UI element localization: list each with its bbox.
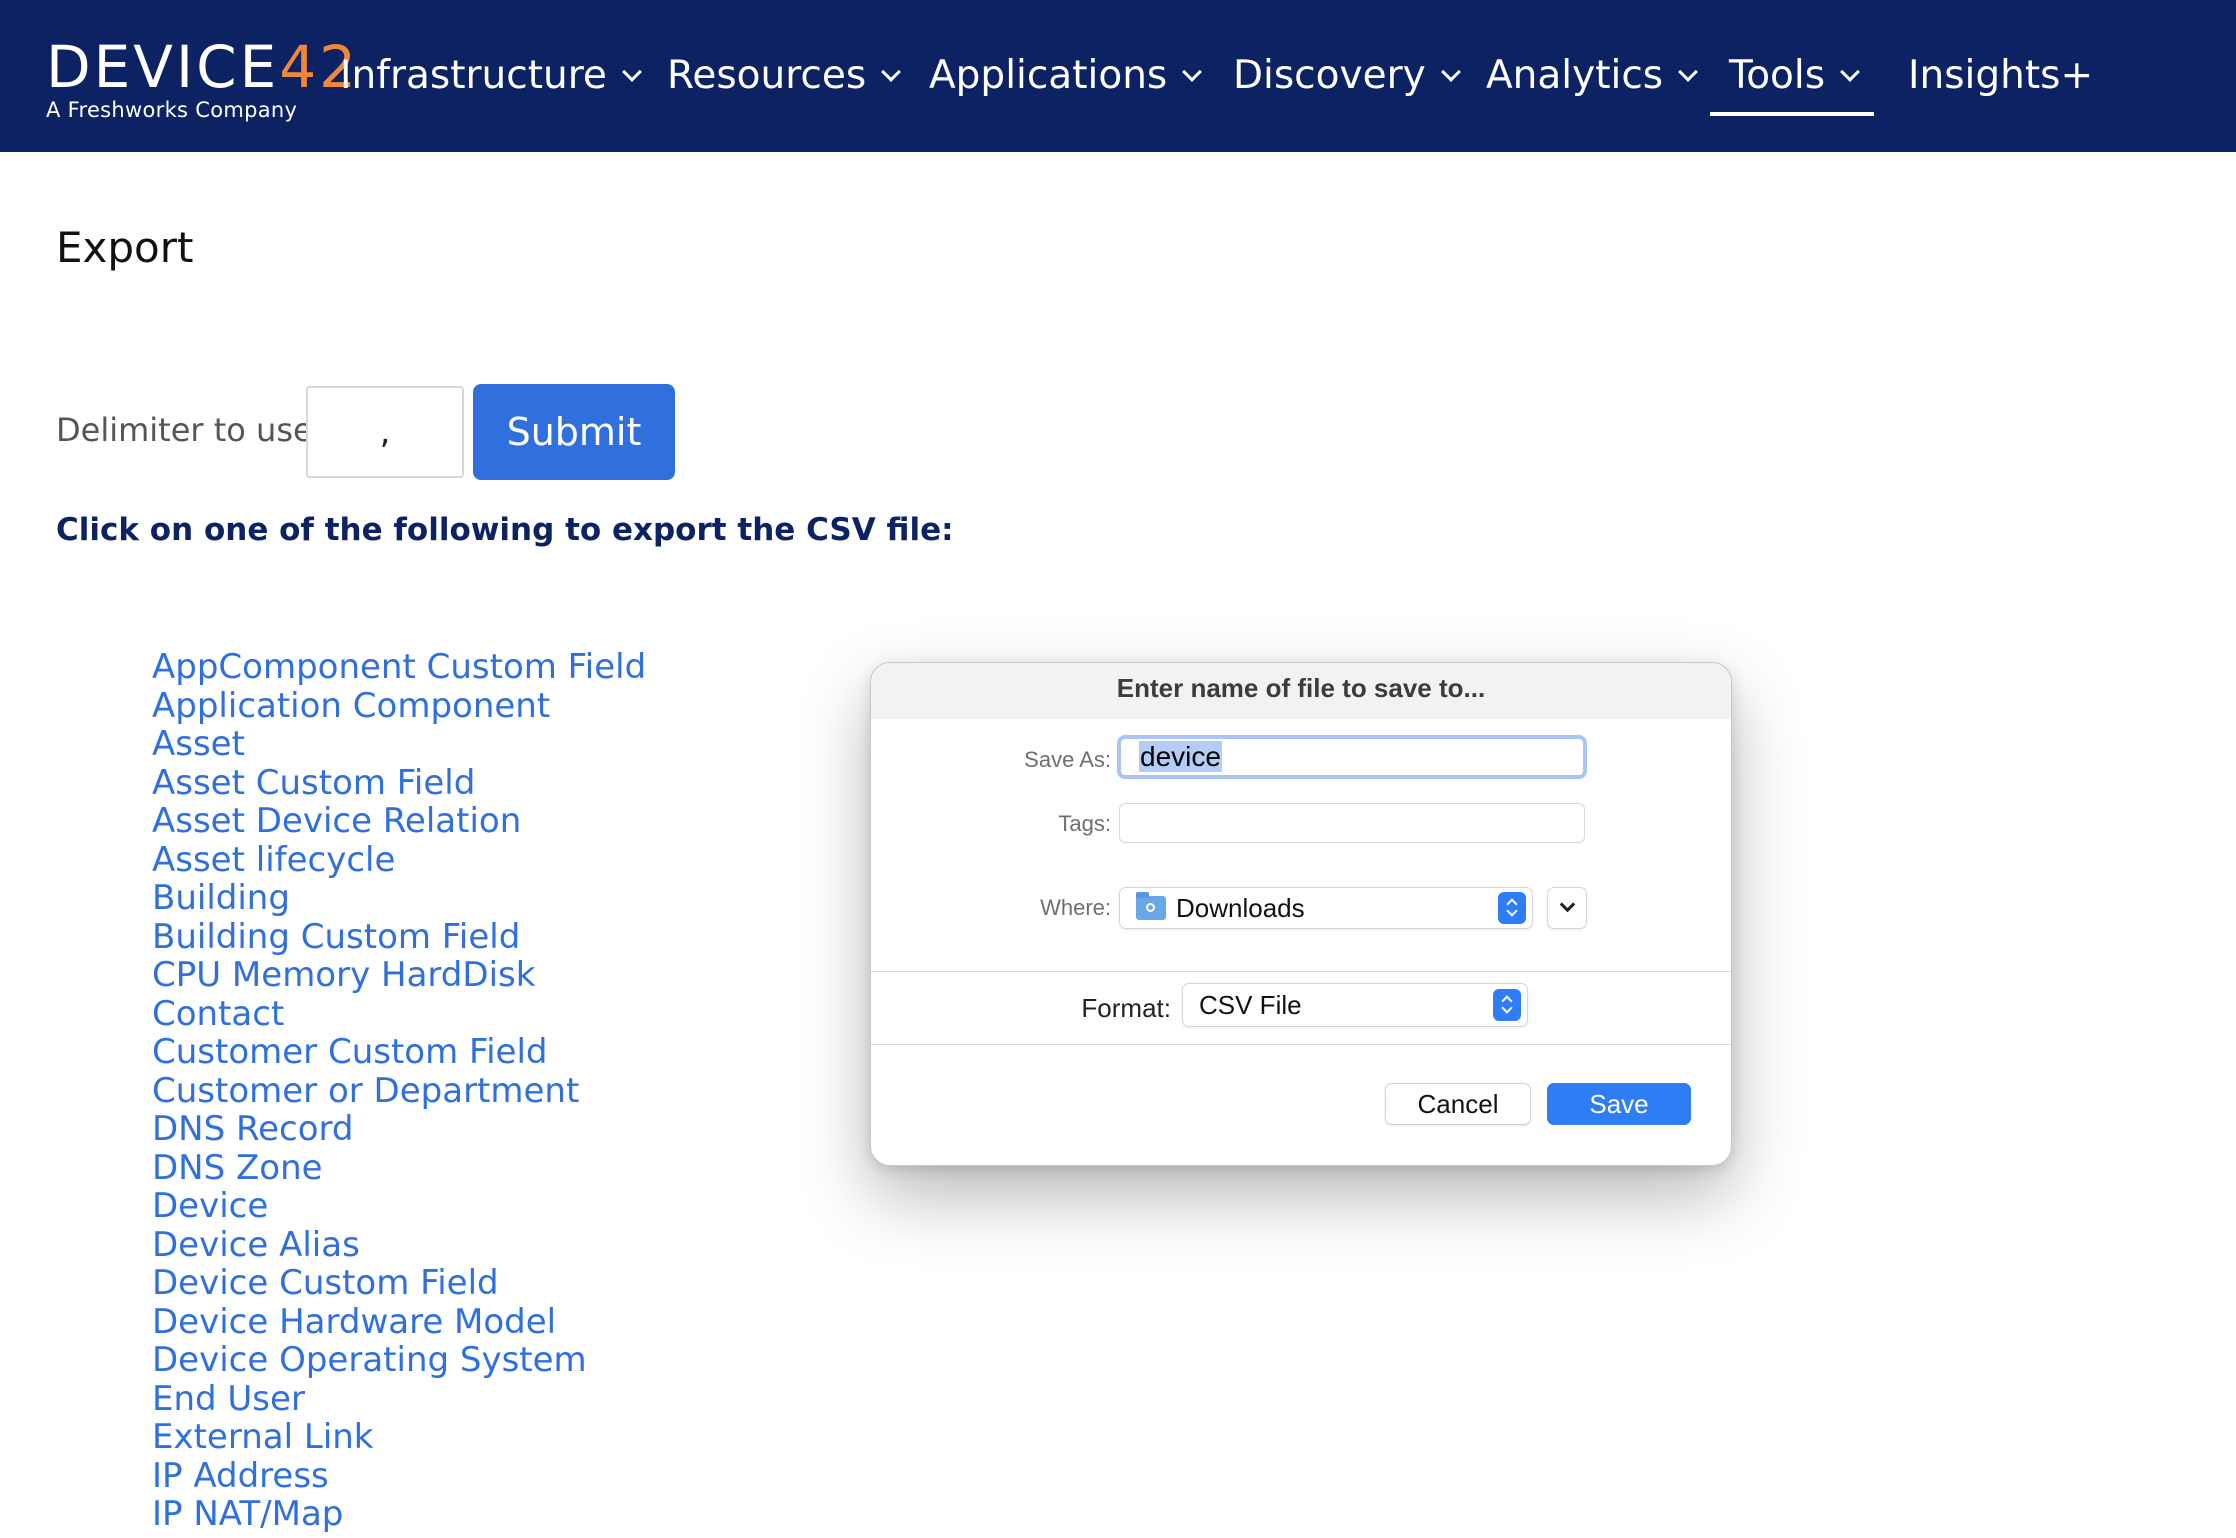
nav-label: Tools: [1729, 53, 1826, 98]
export-link[interactable]: Asset lifecycle: [152, 840, 646, 880]
dialog-divider: [871, 971, 1731, 972]
save-as-input[interactable]: device: [1117, 735, 1587, 779]
page-title: Export: [56, 223, 194, 272]
export-link[interactable]: Asset: [152, 725, 646, 764]
export-instructions: Click on one of the following to export …: [56, 512, 954, 548]
dialog-titlebar: Enter name of file to save to...: [871, 663, 1731, 719]
format-value: CSV File: [1199, 990, 1302, 1020]
logo-wordmark: DEVICE42: [46, 33, 356, 101]
cancel-button[interactable]: Cancel: [1385, 1083, 1531, 1125]
save-as-selected-text: device: [1139, 741, 1222, 772]
select-stepper-icon: [1498, 892, 1526, 924]
chevron-down-icon: [1440, 62, 1461, 82]
chevron-down-icon: [1840, 62, 1860, 82]
format-select[interactable]: CSV File: [1182, 983, 1528, 1027]
nav-item-resources[interactable]: Resources: [667, 44, 902, 108]
where-select[interactable]: Downloads: [1119, 887, 1533, 929]
save-file-dialog: Enter name of file to save to... Save As…: [870, 662, 1732, 1166]
chevron-down-icon: [1559, 896, 1576, 913]
nav-item-insights[interactable]: Insights+: [1908, 44, 2093, 108]
export-link[interactable]: IP Address: [152, 1456, 646, 1496]
save-as-label: Save As:: [1024, 747, 1111, 772]
tags-input[interactable]: [1119, 803, 1585, 843]
export-link[interactable]: Device: [152, 1187, 646, 1226]
nav-item-applications[interactable]: Applications: [929, 44, 1203, 108]
select-stepper-icon: [1493, 989, 1521, 1021]
nav-label: Infrastructure: [340, 53, 607, 98]
logo-name: DEVICE: [46, 33, 280, 101]
nav-label: Resources: [667, 53, 867, 98]
where-value: Downloads: [1176, 893, 1305, 923]
save-button[interactable]: Save: [1547, 1083, 1691, 1125]
export-link[interactable]: DNS Record: [152, 1110, 646, 1149]
export-link[interactable]: Asset Custom Field: [152, 763, 646, 803]
nav-label: Analytics: [1486, 53, 1664, 98]
export-link[interactable]: Device Hardware Model: [152, 1302, 646, 1342]
nav-item-discovery[interactable]: Discovery: [1233, 44, 1461, 108]
device42-logo[interactable]: DEVICE42 A Freshworks Company: [46, 33, 356, 126]
export-link[interactable]: IP NAT/Map: [152, 1495, 646, 1534]
export-link[interactable]: Device Custom Field: [152, 1264, 646, 1303]
nav-item-analytics[interactable]: Analytics: [1486, 44, 1699, 108]
downloads-folder-icon: [1136, 892, 1166, 920]
export-link-list: AppComponent Custom Field Application Co…: [152, 648, 646, 1534]
chevron-down-icon: [881, 62, 902, 82]
chevron-down-icon: [621, 62, 642, 82]
delimiter-label: Delimiter to use:: [56, 411, 324, 449]
logo-tagline: A Freshworks Company: [46, 98, 298, 122]
top-navigation: DEVICE42 A Freshworks Company Infrastruc…: [0, 0, 2236, 152]
nav-item-infrastructure[interactable]: Infrastructure: [340, 44, 642, 108]
nav-label: Applications: [929, 53, 1168, 98]
nav-item-tools[interactable]: Tools: [1729, 44, 1860, 108]
tags-label: Tags:: [1058, 811, 1111, 836]
export-link[interactable]: Device Alias: [152, 1225, 646, 1265]
chevron-down-icon: [1678, 62, 1699, 82]
chevron-down-icon: [1182, 62, 1203, 82]
export-link[interactable]: Customer Custom Field: [152, 1033, 646, 1072]
expand-dialog-button[interactable]: [1547, 887, 1587, 929]
export-link[interactable]: AppComponent Custom Field: [152, 648, 646, 687]
submit-button[interactable]: Submit: [473, 384, 675, 480]
export-link[interactable]: External Link: [152, 1418, 646, 1457]
format-label: Format:: [1081, 993, 1171, 1023]
export-link[interactable]: DNS Zone: [152, 1148, 646, 1188]
export-link[interactable]: Customer or Department: [152, 1071, 646, 1111]
delimiter-input[interactable]: [306, 386, 464, 478]
export-link[interactable]: Application Component: [152, 686, 646, 726]
export-link[interactable]: Building Custom Field: [152, 917, 646, 957]
export-link[interactable]: CPU Memory HardDisk: [152, 956, 646, 995]
nav-label: Discovery: [1233, 53, 1426, 98]
where-label: Where:: [1040, 895, 1111, 920]
export-link[interactable]: Asset Device Relation: [152, 802, 646, 841]
active-nav-indicator: [1710, 112, 1874, 116]
dialog-title: Enter name of file to save to...: [1116, 673, 1486, 703]
export-link[interactable]: Building: [152, 879, 646, 918]
dialog-divider: [871, 1044, 1731, 1045]
nav-label: Insights+: [1908, 53, 2094, 98]
export-link[interactable]: Contact: [152, 994, 646, 1034]
export-link[interactable]: End User: [152, 1379, 646, 1419]
export-link[interactable]: Device Operating System: [152, 1341, 646, 1380]
